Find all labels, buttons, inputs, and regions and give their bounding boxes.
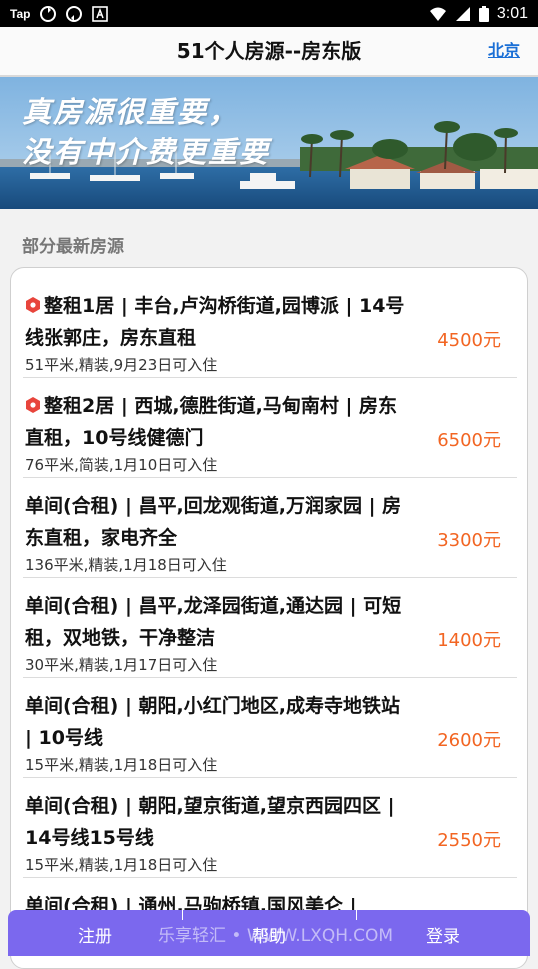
battery-icon — [478, 5, 489, 22]
banner-headline-1: 真房源很重要， — [22, 95, 240, 129]
listing-price: 3300元 — [437, 530, 501, 551]
city-selector-link[interactable]: 北京 — [488, 27, 520, 75]
listing-price: 6500元 — [437, 430, 501, 451]
text-icon — [92, 5, 109, 22]
signal-icon — [455, 6, 470, 21]
watermark: 乐享轻汇 • WWW.LXQH.COM — [158, 926, 394, 946]
listing-list: 整租1居 | 丰台,卢沟桥街道,园博派 | 14号线张郭庄，房东直租 51平米,… — [10, 267, 528, 969]
listing-title: 整租1居 | 丰台,卢沟桥街道,园博派 | 14号线张郭庄，房东直租 — [25, 295, 405, 349]
listing-title: 整租2居 | 西城,德胜街道,马甸南村 | 房东直租，10号线健德门 — [25, 395, 397, 449]
listing-details: 15平米,精装,1月18日可入住 — [25, 856, 218, 874]
listing-title: 单间(合租) | 朝阳,小红门地区,成寿寺地铁站 | 10号线 — [25, 695, 400, 749]
listing-item[interactable]: 单间(合租) | 朝阳,望京街道,望京西园四区 | 14号线15号线 15平米,… — [23, 778, 517, 878]
listing-item[interactable]: 单间(合租) | 朝阳,小红门地区,成寿寺地铁站 | 10号线 15平米,精装,… — [23, 678, 517, 778]
listing-details: 51平米,精装,9月23日可入住 — [25, 356, 218, 374]
sync-icon — [40, 5, 57, 22]
banner-headline-2: 没有中介费更重要 — [22, 135, 271, 169]
listing-item[interactable]: 整租1居 | 丰台,卢沟桥街道,园博派 | 14号线张郭庄，房东直租 51平米,… — [23, 278, 517, 378]
promo-banner[interactable]: 真房源很重要， 没有中介费更重要 — [0, 77, 538, 209]
listing-item[interactable]: 单间(合租) | 昌平,回龙观街道,万润家园 | 房东直租，家电齐全 136平米… — [23, 478, 517, 578]
hot-badge-icon — [26, 397, 40, 413]
carrier-label: Tap — [10, 6, 31, 21]
app-header: 51个人房源--房东版 北京 — [0, 27, 538, 77]
listing-details: 15平米,精装,1月18日可入住 — [25, 756, 218, 774]
clock: 3:01 — [496, 4, 528, 22]
listing-price: 4500元 — [437, 330, 501, 351]
listing-title: 单间(合租) | 昌平,回龙观街道,万润家园 | 房东直租，家电齐全 — [25, 495, 402, 549]
tab-register[interactable]: 注册 — [8, 910, 182, 956]
listing-item[interactable]: 单间(合租) | 昌平,龙泽园街道,通达园 | 可短租，双地铁，干净整洁 30平… — [23, 578, 517, 678]
section-title: 部分最新房源 — [22, 237, 124, 257]
hot-badge-icon — [26, 297, 40, 313]
status-bar: Tap 3:01 — [0, 0, 538, 27]
listing-details: 76平米,简装,1月10日可入住 — [25, 456, 218, 474]
listing-details: 30平米,精装,1月17日可入住 — [25, 656, 218, 674]
listing-price: 2600元 — [437, 730, 501, 751]
sync-icon — [66, 5, 83, 22]
wifi-icon — [429, 7, 446, 21]
listing-title: 单间(合租) | 昌平,龙泽园街道,通达园 | 可短租，双地铁，干净整洁 — [25, 595, 402, 649]
listing-details: 136平米,精装,1月18日可入住 — [25, 556, 227, 574]
listing-price: 1400元 — [437, 630, 501, 651]
listing-item[interactable]: 整租2居 | 西城,德胜街道,马甸南村 | 房东直租，10号线健德门 76平米,… — [23, 378, 517, 478]
page-title: 51个人房源--房东版 — [176, 39, 362, 63]
listing-price: 2550元 — [437, 830, 501, 851]
listing-title: 单间(合租) | 朝阳,望京街道,望京西园四区 | 14号线15号线 — [25, 795, 395, 849]
